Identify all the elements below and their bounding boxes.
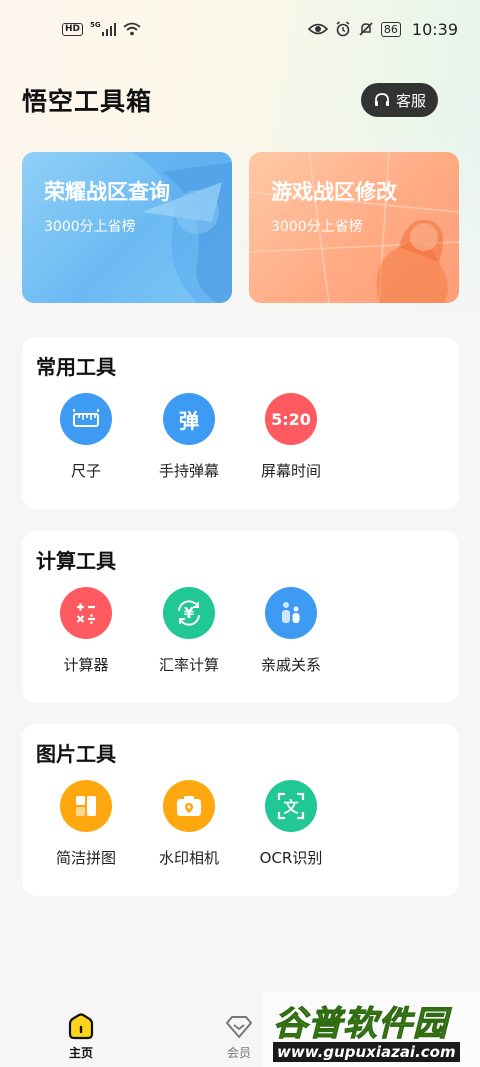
banner-subtitle: 3000分上省榜: [44, 219, 136, 235]
tool-relatives[interactable]: 亲戚关系: [240, 587, 342, 675]
site-watermark: 谷普软件园 www.gupuxiazai.com: [263, 992, 480, 1067]
banner-title: 游戏战区修改: [271, 180, 397, 204]
ruler-icon: [60, 393, 112, 445]
tool-label: 计算器: [63, 656, 109, 674]
customer-service-button[interactable]: 客服: [360, 83, 438, 117]
battery-level: 86: [380, 21, 401, 37]
tool-screen-time[interactable]: 5:20 屏幕时间: [240, 393, 342, 481]
banner-title: 荣耀战区查询: [44, 180, 170, 204]
tool-exchange-rate[interactable]: ¥ 汇率计算: [138, 587, 240, 675]
alarm-icon: [336, 21, 350, 37]
eye-icon: [307, 23, 328, 35]
signal-icon: 5G: [90, 21, 117, 36]
tool-label: OCR识别: [259, 849, 323, 867]
tool-calculator[interactable]: 计算器: [35, 587, 137, 675]
collage-icon: [60, 780, 112, 832]
ocr-glyph: 文: [283, 797, 299, 816]
home-icon: [68, 1013, 94, 1040]
tool-ocr[interactable]: 文 OCR识别: [240, 780, 342, 868]
danmaku-icon: 弹: [163, 393, 215, 445]
banner-subtitle: 3000分上省榜: [271, 219, 363, 235]
tool-ruler[interactable]: 尺子: [35, 393, 137, 481]
tool-handheld-danmaku[interactable]: 弹 手持弹幕: [138, 393, 240, 481]
status-bar: HD 5G 86 10:39: [0, 0, 480, 58]
tool-label: 亲戚关系: [260, 656, 321, 674]
tool-label: 尺子: [70, 462, 101, 480]
headset-icon: [374, 93, 389, 106]
clock-display-icon: 5:20: [265, 393, 317, 445]
banner-game-zone-modify[interactable]: 游戏战区修改 3000分上省榜: [249, 152, 459, 303]
section-title: 常用工具: [36, 355, 116, 379]
section-image-tools: 图片工具 简洁拼图 水印相机 文 OCR识别: [22, 724, 459, 896]
calculator-icon: [60, 587, 112, 639]
banner-row: 荣耀战区查询 3000分上省榜 游戏战区修改 3000分上省榜: [22, 152, 459, 303]
diamond-icon: [226, 1016, 252, 1038]
tool-label: 水印相机: [158, 849, 219, 867]
relatives-icon: [265, 587, 317, 639]
section-title: 计算工具: [36, 549, 116, 573]
app-header: 悟空工具箱 客服: [22, 80, 460, 120]
network-type: 5G: [90, 21, 101, 29]
currency-exchange-icon: ¥: [163, 587, 215, 639]
status-left: HD 5G: [62, 22, 141, 36]
tool-label: 汇率计算: [158, 656, 219, 674]
mute-bell-icon: [359, 22, 373, 36]
status-right: 86 10:39: [307, 19, 458, 39]
banner-honor-zone-query[interactable]: 荣耀战区查询 3000分上省榜: [22, 152, 232, 303]
section-calc-tools: 计算工具 计算器 ¥ 汇率计算 亲戚关系: [22, 531, 459, 703]
section-common-tools: 常用工具 尺子 弹 手持弹幕 5:20 屏幕时间: [22, 337, 459, 509]
tab-label: 会员: [226, 1046, 251, 1060]
tool-collage[interactable]: 简洁拼图: [35, 780, 137, 868]
tool-label: 手持弹幕: [158, 462, 219, 480]
customer-service-label: 客服: [395, 91, 426, 110]
tab-label: 主页: [68, 1046, 93, 1060]
watermark-title: 谷普软件园: [273, 1004, 448, 1045]
clock: 10:39: [411, 19, 458, 39]
section-title: 图片工具: [36, 742, 116, 766]
tool-watermark-camera[interactable]: 水印相机: [138, 780, 240, 868]
watermark-url: www.gupuxiazai.com: [273, 1042, 460, 1062]
tool-label: 简洁拼图: [55, 849, 116, 867]
app-title: 悟空工具箱: [22, 87, 153, 116]
tool-label: 屏幕时间: [260, 462, 321, 480]
hd-badge: HD: [62, 22, 84, 36]
tab-home[interactable]: 主页: [41, 1012, 121, 1061]
ocr-scan-icon: 文: [265, 780, 317, 832]
wifi-icon: [123, 22, 141, 36]
yen-glyph: ¥: [183, 604, 195, 622]
camera-icon: [163, 780, 215, 832]
